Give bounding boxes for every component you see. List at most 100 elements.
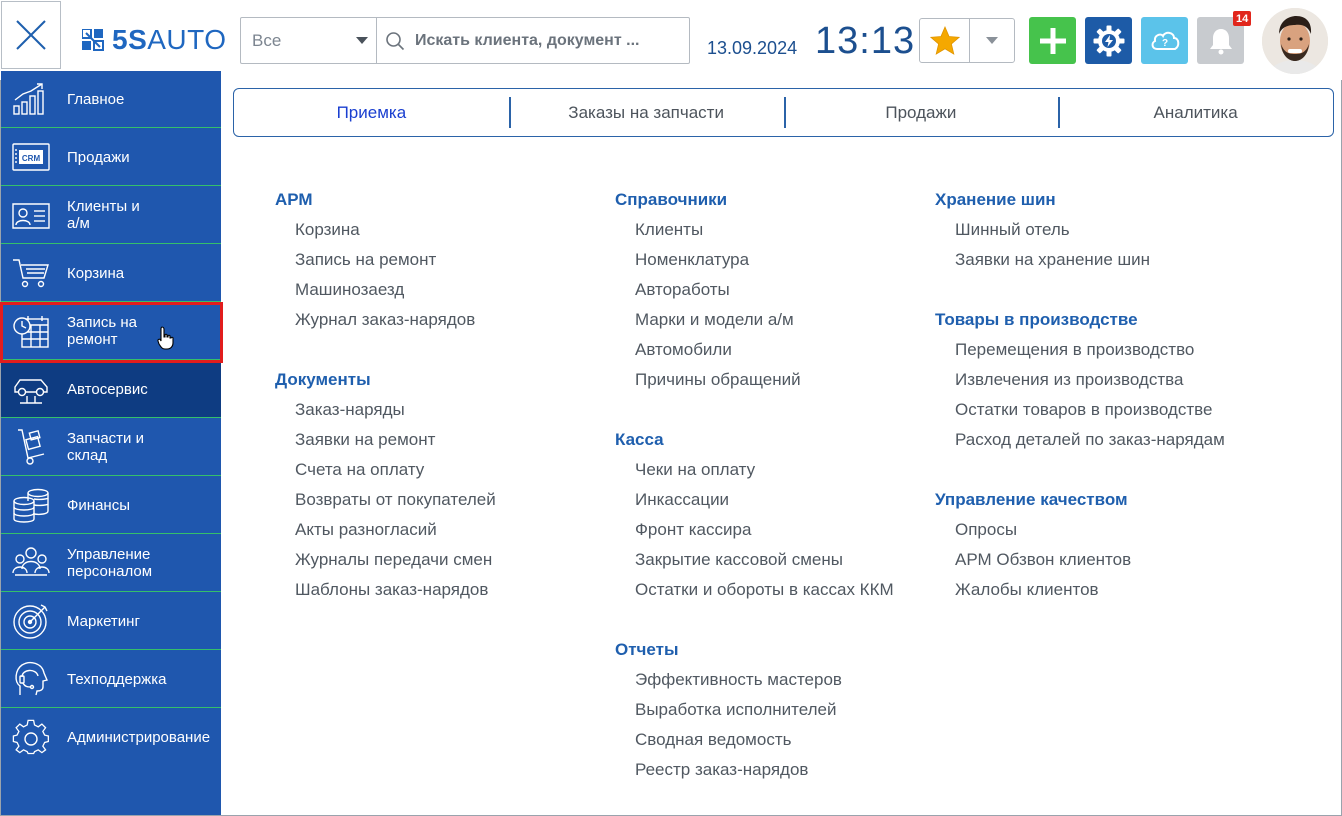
caret-down-icon: [986, 36, 998, 44]
logo-mark-icon: [82, 29, 104, 51]
cloud-help-icon: ?: [1151, 31, 1179, 50]
sidebar-item-label: Маркетинг: [67, 612, 140, 630]
section-heading-tire-storage[interactable]: Хранение шин: [935, 190, 1225, 220]
sidebar-item-clients[interactable]: Клиенты и а/м: [1, 187, 221, 244]
menu-link[interactable]: Журналы передачи смен: [275, 550, 496, 580]
tab-parts-orders[interactable]: Заказы на запчасти: [508, 89, 784, 136]
user-avatar[interactable]: [1262, 8, 1328, 74]
menu-link[interactable]: Марки и модели а/м: [615, 310, 894, 340]
favorites-button[interactable]: [920, 19, 970, 62]
coins-icon: [1, 477, 61, 534]
menu-link[interactable]: Перемещения в производство: [935, 340, 1225, 370]
sidebar-item-autoservice[interactable]: Автосервис: [1, 361, 221, 418]
menu-link[interactable]: Закрытие кассовой смены: [615, 550, 894, 580]
menu-link[interactable]: Заявки на хранение шин: [935, 250, 1225, 280]
selection-highlight: [0, 302, 223, 363]
sidebar-item-cart[interactable]: Корзина: [1, 245, 221, 302]
sidebar-item-label: Техподдержка: [67, 670, 167, 688]
current-time: 13:13: [815, 20, 916, 62]
menu-link[interactable]: Чеки на оплату: [615, 460, 894, 490]
section-heading-arm[interactable]: АРМ: [275, 190, 496, 220]
menu-link[interactable]: Возвраты от покупателей: [275, 490, 496, 520]
people-icon: [1, 535, 61, 592]
sidebar-item-sales[interactable]: CRM Продажи: [1, 129, 221, 186]
current-date: 13.09.2024: [707, 38, 798, 58]
parts-cart-icon: [1, 419, 61, 476]
logo[interactable]: 5SAUTO: [82, 24, 227, 56]
menu-link[interactable]: Жалобы клиентов: [935, 580, 1225, 610]
sidebar-item-finance[interactable]: Финансы: [1, 477, 221, 534]
menu-link[interactable]: Шинный отель: [935, 220, 1225, 250]
chart-icon: [1, 71, 61, 128]
bell-icon: [1209, 28, 1232, 54]
menu-link[interactable]: Выработка исполнителей: [615, 700, 894, 730]
add-button[interactable]: [1029, 17, 1076, 64]
menu-link[interactable]: Журнал заказ-нарядов: [275, 310, 496, 340]
menu-link[interactable]: Опросы: [935, 520, 1225, 550]
menu-link[interactable]: Заявки на ремонт: [275, 430, 496, 460]
search-input[interactable]: [415, 31, 665, 50]
search-icon: [386, 31, 405, 50]
section-heading-directories[interactable]: Справочники: [615, 190, 894, 220]
menu-link[interactable]: Запись на ремонт: [275, 250, 496, 280]
sidebar-item-label: Управление персоналом: [67, 546, 153, 580]
favorites-control: [919, 18, 1015, 63]
tab-intake[interactable]: Приемка: [234, 89, 509, 136]
menu-link[interactable]: Акты разногласий: [275, 520, 496, 550]
sidebar-item-parts[interactable]: Запчасти и склад: [1, 419, 221, 476]
menu-link[interactable]: Расход деталей по заказ-нарядам: [935, 430, 1225, 460]
menu-link[interactable]: Извлечения из производства: [935, 370, 1225, 400]
menu-link[interactable]: Шаблоны заказ-нарядов: [275, 580, 496, 610]
menu-link[interactable]: Фронт кассира: [615, 520, 894, 550]
plus-icon: [1039, 27, 1066, 54]
settings-button[interactable]: [1085, 17, 1132, 64]
close-icon: [16, 20, 46, 50]
sidebar-item-support[interactable]: Техподдержка: [1, 651, 221, 708]
menu-link[interactable]: Номенклатура: [615, 250, 894, 280]
top-bar: 5SAUTO Все 13.09.2024 13:13: [0, 0, 1342, 80]
menu-link[interactable]: Автомобили: [615, 340, 894, 370]
menu-link[interactable]: Корзина: [275, 220, 496, 250]
menu-link[interactable]: Остатки и обороты в кассах ККМ: [615, 580, 894, 610]
sidebar-item-admin[interactable]: Администрирование: [1, 709, 221, 766]
menu-link[interactable]: Сводная ведомость: [615, 730, 894, 760]
menu-link[interactable]: Причины обращений: [615, 370, 894, 400]
menu-link[interactable]: Заказ-наряды: [275, 400, 496, 430]
section-heading-quality[interactable]: Управление качеством: [935, 490, 1225, 520]
menu-link[interactable]: Эффективность мастеров: [615, 670, 894, 700]
menu-link[interactable]: Автоработы: [615, 280, 894, 310]
favorites-dropdown-button[interactable]: [970, 19, 1014, 62]
sidebar-item-hr[interactable]: Управление персоналом: [1, 535, 221, 592]
sidebar: Главное CRM Продажи Клиенты и а/м Корзин…: [1, 71, 221, 815]
menu-link[interactable]: Машинозаезд: [275, 280, 496, 310]
menu-column-1: АРМ Корзина Запись на ремонт Машинозаезд…: [275, 190, 496, 610]
search-bar: Все: [240, 17, 690, 64]
search-scope-select[interactable]: Все: [241, 18, 377, 63]
logo-text: 5SAUTO: [112, 24, 227, 55]
search-scope-value: Все: [252, 30, 282, 50]
sidebar-item-label: Продажи: [67, 148, 130, 166]
star-icon: [929, 25, 960, 55]
menu-link[interactable]: АРМ Обзвон клиентов: [935, 550, 1225, 580]
sidebar-item-marketing[interactable]: Маркетинг: [1, 593, 221, 650]
menu-link[interactable]: Счета на оплату: [275, 460, 496, 490]
headset-icon: [1, 651, 61, 708]
tab-sales[interactable]: Продажи: [783, 89, 1059, 136]
menu-link[interactable]: Инкассации: [615, 490, 894, 520]
search-field: [377, 18, 689, 63]
section-heading-cash[interactable]: Касса: [615, 430, 894, 460]
close-menu-button[interactable]: [1, 1, 61, 69]
help-button[interactable]: ?: [1141, 17, 1188, 64]
menu-link[interactable]: Остатки товаров в производстве: [935, 400, 1225, 430]
gear-icon: [1, 709, 61, 766]
cart-icon: [1, 245, 61, 302]
svg-text:?: ?: [1161, 38, 1167, 49]
menu-link[interactable]: Клиенты: [615, 220, 894, 250]
sidebar-item-main[interactable]: Главное: [1, 71, 221, 128]
section-heading-reports[interactable]: Отчеты: [615, 640, 894, 670]
menu-link[interactable]: Реестр заказ-нарядов: [615, 760, 894, 790]
sidebar-item-label: Корзина: [67, 264, 125, 282]
section-heading-goods-in-production[interactable]: Товары в производстве: [935, 310, 1225, 340]
section-heading-documents[interactable]: Документы: [275, 370, 496, 400]
tab-analytics[interactable]: Аналитика: [1058, 89, 1333, 136]
